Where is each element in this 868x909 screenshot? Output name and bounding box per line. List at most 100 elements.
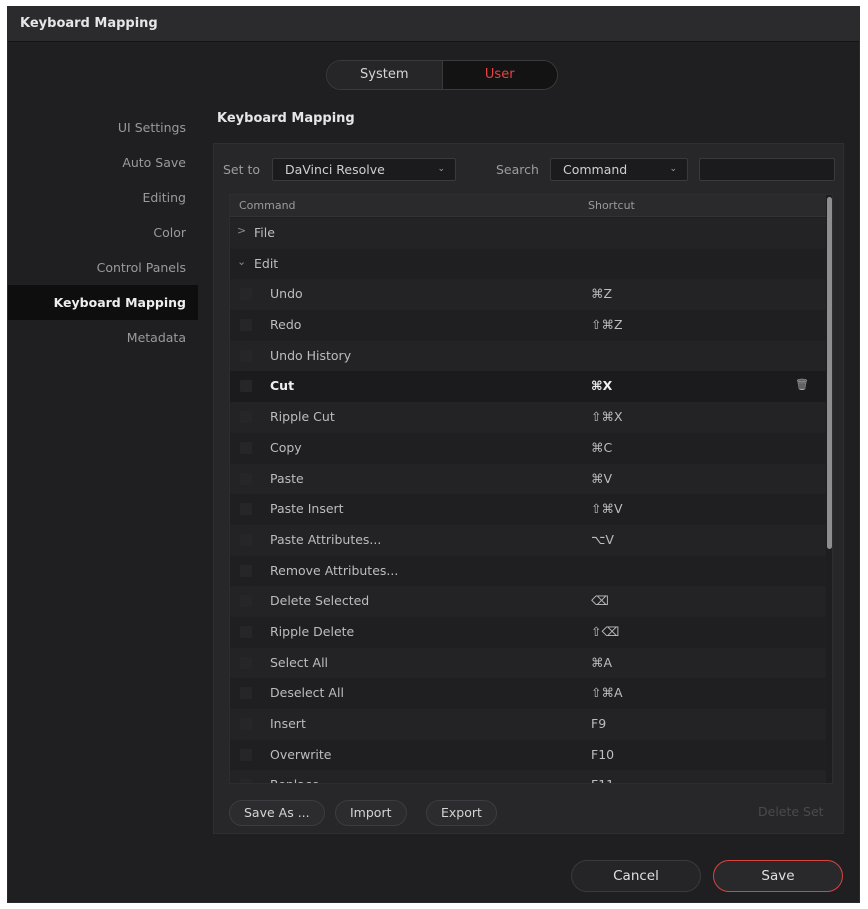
table-row[interactable]: Copy ⌘C <box>230 432 826 464</box>
import-button[interactable]: Import <box>335 800 407 826</box>
column-header-shortcut[interactable]: Shortcut <box>588 199 635 212</box>
table-row[interactable]: Undo History <box>230 340 826 372</box>
system-tab[interactable]: System <box>327 61 443 89</box>
shortcut-cell[interactable]: ⌘X <box>591 378 612 393</box>
sidebar-item-color[interactable]: Color <box>8 215 198 250</box>
user-tab[interactable]: User <box>442 61 557 89</box>
row-handle <box>240 625 252 638</box>
sidebar-item-ui-settings[interactable]: UI Settings <box>8 110 198 145</box>
table-row[interactable]: Insert F9 <box>230 709 826 740</box>
title-bar: Keyboard Mapping <box>8 7 859 42</box>
shortcut-cell[interactable]: F10 <box>591 747 614 762</box>
table-row[interactable]: Ripple Cut ⇧⌘X <box>230 402 826 433</box>
command-cell: Overwrite <box>270 746 332 762</box>
export-button[interactable]: Export <box>426 800 497 826</box>
row-handle <box>240 503 252 516</box>
save-as-button[interactable]: Save As ... <box>229 800 325 826</box>
shortcut-cell[interactable]: ⌘V <box>591 471 612 486</box>
set-to-value: DaVinci Resolve <box>285 162 385 177</box>
shortcut-table: Command Shortcut > File ⌄ Edit Undo ⌘Z Redo ⇧⌘Z… <box>229 194 833 784</box>
row-handle <box>240 319 252 332</box>
command-cell: Select All <box>270 654 329 670</box>
table-row[interactable]: Delete Selected ⌫ <box>230 586 826 617</box>
row-handle <box>240 656 252 669</box>
command-cell: Delete Selected <box>270 593 370 609</box>
cancel-button[interactable]: Cancel <box>571 860 701 892</box>
keyboard-mapping-window: Keyboard Mapping System User UI Settings… <box>7 6 860 903</box>
table-row[interactable]: Replace F11 <box>230 770 826 783</box>
command-cell: Remove Attributes... <box>270 562 399 578</box>
command-cell: Ripple Delete <box>270 623 355 639</box>
sidebar-item-keyboard-mapping[interactable]: Keyboard Mapping <box>8 285 198 320</box>
command-cell: File <box>254 225 275 240</box>
sidebar-item-editing[interactable]: Editing <box>8 180 198 215</box>
row-handle <box>240 411 252 424</box>
set-to-dropdown[interactable]: DaVinci Resolve ⌄ <box>272 158 456 181</box>
command-cell: Deselect All <box>270 685 344 701</box>
table-row[interactable]: > File <box>230 218 826 249</box>
system-user-toggle: System User <box>326 60 558 90</box>
row-handle <box>240 748 252 761</box>
row-handle <box>240 288 252 301</box>
row-handle <box>240 472 252 485</box>
command-cell: Cut <box>270 378 295 394</box>
chevron-right-icon[interactable]: > <box>237 224 246 237</box>
table-row[interactable]: Paste ⌘V <box>230 463 826 495</box>
command-cell: Ripple Cut <box>270 409 335 425</box>
row-handle <box>240 718 252 730</box>
sidebar-item-control-panels[interactable]: Control Panels <box>8 250 198 285</box>
table-body: > File ⌄ Edit Undo ⌘Z Redo ⇧⌘Z Undo History Cut ⌘X… <box>230 218 826 783</box>
table-row[interactable]: Overwrite F10 <box>230 739 826 771</box>
row-handle <box>240 380 252 393</box>
table-row[interactable]: Paste Attributes... ⌥V <box>230 524 826 556</box>
command-cell: Insert <box>270 716 306 731</box>
table-row[interactable]: Ripple Delete ⇧⌫ <box>230 616 826 648</box>
table-row[interactable]: Remove Attributes... <box>230 555 826 587</box>
command-cell: Paste Insert <box>270 501 344 517</box>
shortcut-cell[interactable]: ⌫ <box>591 593 609 608</box>
command-cell: Undo History <box>270 347 352 363</box>
section-title: Keyboard Mapping <box>217 111 355 126</box>
search-by-dropdown[interactable]: Command ⌄ <box>550 158 688 181</box>
table-row[interactable]: ⌄ Edit <box>230 248 826 280</box>
row-handle <box>240 595 252 608</box>
search-label: Search <box>496 162 539 177</box>
shortcut-cell[interactable]: ⌘Z <box>591 286 612 301</box>
scrollbar-thumb[interactable] <box>827 197 832 549</box>
table-row[interactable]: Deselect All ⇧⌘A <box>230 678 826 709</box>
search-input[interactable] <box>699 158 835 181</box>
table-header: Command Shortcut <box>230 195 826 217</box>
table-row[interactable]: Undo ⌘Z <box>230 279 826 311</box>
save-button[interactable]: Save <box>713 860 843 892</box>
delete-set-button[interactable]: Delete Set <box>744 800 838 826</box>
sidebar-item-metadata[interactable]: Metadata <box>8 320 198 355</box>
shortcut-cell[interactable]: ⇧⌘A <box>591 685 623 700</box>
settings-sidebar: UI Settings Auto Save Editing Color Cont… <box>8 110 198 355</box>
shortcut-cell[interactable]: ⌘A <box>591 655 612 670</box>
sidebar-item-auto-save[interactable]: Auto Save <box>8 145 198 180</box>
command-cell: Replace <box>270 777 319 783</box>
table-row[interactable]: Select All ⌘A <box>230 647 826 679</box>
window-title: Keyboard Mapping <box>20 16 158 31</box>
column-header-command[interactable]: Command <box>239 199 296 212</box>
shortcut-cell[interactable]: ⇧⌘Z <box>591 317 623 332</box>
shortcut-cell[interactable]: ⌥V <box>591 532 614 547</box>
shortcut-cell[interactable]: F11 <box>591 777 614 783</box>
command-cell: Undo <box>270 286 303 302</box>
row-handle <box>240 349 252 362</box>
shortcut-cell[interactable]: ⇧⌘V <box>591 501 623 516</box>
command-cell: Edit <box>254 255 279 271</box>
trash-icon[interactable]: 🗑 <box>795 378 809 391</box>
scrollbar[interactable] <box>826 195 832 783</box>
table-row[interactable]: Cut ⌘X 🗑 <box>230 371 826 403</box>
command-cell: Paste Attributes... <box>270 531 382 547</box>
chevron-down-icon: ⌄ <box>437 164 445 174</box>
shortcut-cell[interactable]: ⌘C <box>591 440 612 455</box>
table-row[interactable]: Paste Insert ⇧⌘V <box>230 494 826 525</box>
row-handle <box>240 564 252 577</box>
table-row[interactable]: Redo ⇧⌘Z <box>230 310 826 341</box>
chevron-down-icon[interactable]: ⌄ <box>237 255 246 268</box>
shortcut-cell[interactable]: F9 <box>591 716 606 731</box>
shortcut-cell[interactable]: ⇧⌘X <box>591 409 623 424</box>
shortcut-cell[interactable]: ⇧⌫ <box>591 624 619 639</box>
